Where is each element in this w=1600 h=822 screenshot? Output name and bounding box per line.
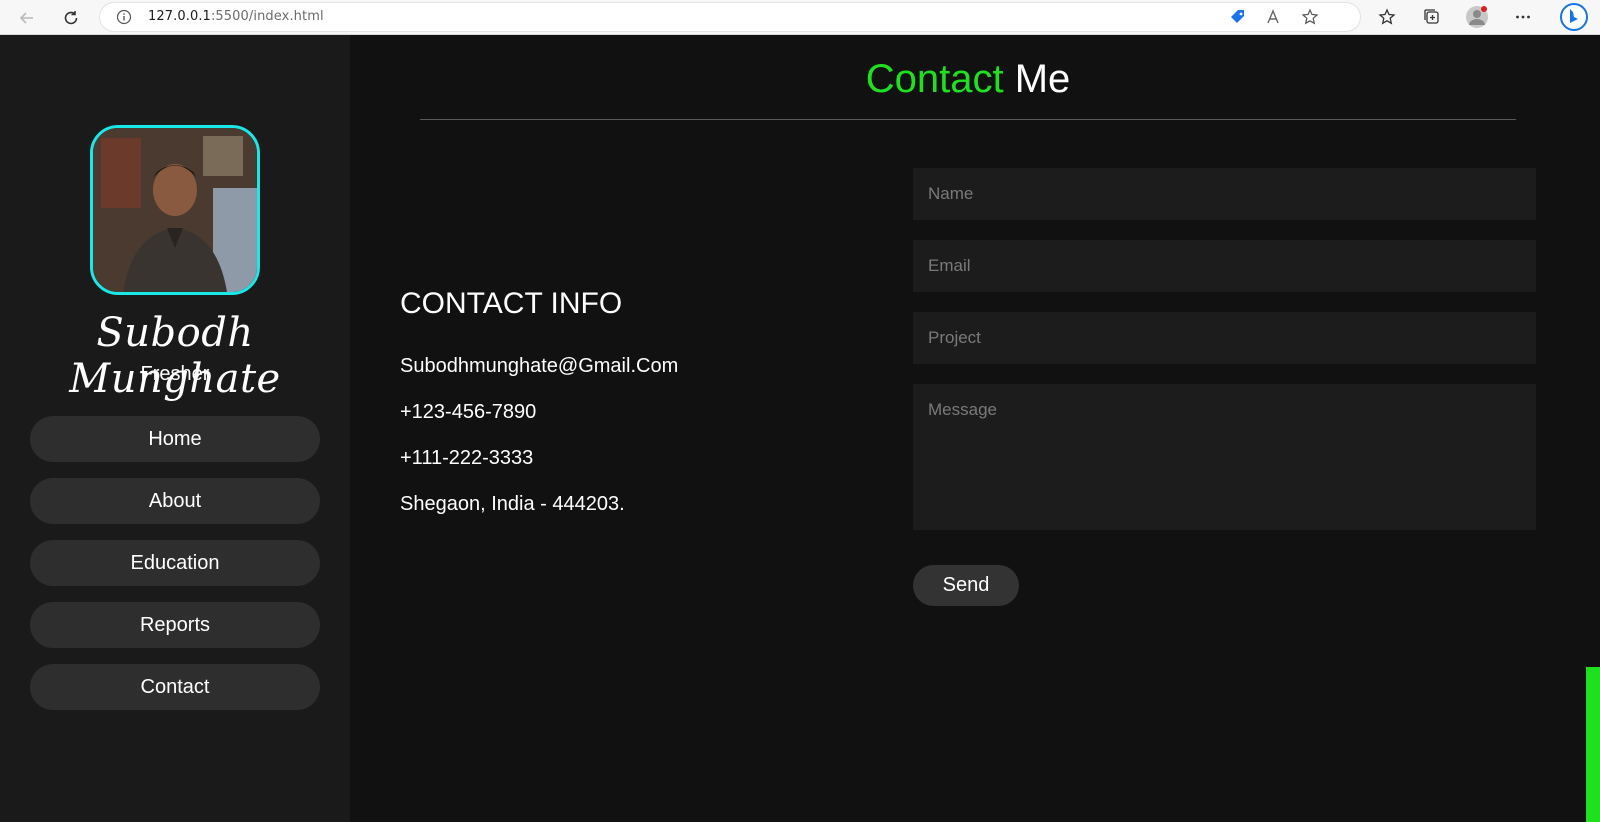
address-bar[interactable]: 127.0.0.1:5500/index.html bbox=[100, 3, 1360, 31]
bing-copilot-icon[interactable] bbox=[1558, 1, 1590, 33]
sidebar-item-reports[interactable]: Reports bbox=[30, 602, 320, 648]
contact-email: Subodhmunghate@Gmail.Com bbox=[400, 355, 679, 377]
site-info-icon[interactable] bbox=[116, 9, 132, 29]
project-field[interactable] bbox=[913, 312, 1536, 364]
profile-name: Subodh Munghate bbox=[69, 310, 281, 402]
url-port: :5500 bbox=[210, 9, 249, 24]
sidebar-menu: Home About Education Reports Contact bbox=[30, 416, 320, 726]
title-divider bbox=[420, 119, 1516, 120]
sidebar-item-home[interactable]: Home bbox=[30, 416, 320, 462]
email-field[interactable] bbox=[913, 240, 1536, 292]
page-title-accent: Contact bbox=[865, 57, 1004, 101]
refresh-icon[interactable] bbox=[58, 5, 84, 31]
favorites-icon[interactable] bbox=[1375, 5, 1399, 29]
url-text: 127.0.0.1:5500/index.html bbox=[148, 9, 324, 24]
contact-address: Shegaon, India - 444203. bbox=[400, 493, 625, 515]
send-button[interactable]: Send bbox=[913, 565, 1019, 606]
contact-phone-1: +123-456-7890 bbox=[400, 401, 537, 423]
sidebar: Subodh Munghate Fresher Home About Educa… bbox=[0, 35, 350, 822]
profile-role: Fresher bbox=[140, 363, 210, 385]
sidebar-item-education[interactable]: Education bbox=[30, 540, 320, 586]
contact-info-title: CONTACT INFO bbox=[400, 287, 623, 320]
contact-phone-2: +111-222-3333 bbox=[400, 447, 534, 469]
read-aloud-icon[interactable] bbox=[1264, 7, 1284, 27]
back-icon[interactable] bbox=[14, 5, 40, 31]
scrollbar-thumb[interactable] bbox=[1586, 667, 1600, 822]
profile-avatar-icon[interactable] bbox=[1465, 5, 1489, 29]
message-field[interactable] bbox=[913, 384, 1536, 530]
more-options-icon[interactable] bbox=[1511, 5, 1535, 29]
page-title-rest: Me bbox=[1014, 57, 1071, 101]
profile-photo bbox=[90, 125, 260, 295]
url-host: 127.0.0.1 bbox=[148, 9, 211, 24]
name-field[interactable] bbox=[913, 168, 1536, 220]
coupon-tag-icon[interactable] bbox=[1228, 7, 1248, 27]
url-path: /index.html bbox=[248, 9, 324, 24]
main-content: Contact Me CONTACT INFO Subodhmunghate@G… bbox=[350, 35, 1586, 822]
collections-icon[interactable] bbox=[1420, 5, 1444, 29]
sidebar-item-about[interactable]: About bbox=[30, 478, 320, 524]
page-title: Contact Me bbox=[350, 57, 1586, 102]
browser-toolbar: 127.0.0.1:5500/index.html bbox=[0, 0, 1600, 35]
sidebar-item-contact[interactable]: Contact bbox=[30, 664, 320, 710]
favorite-add-icon[interactable] bbox=[1300, 7, 1320, 27]
